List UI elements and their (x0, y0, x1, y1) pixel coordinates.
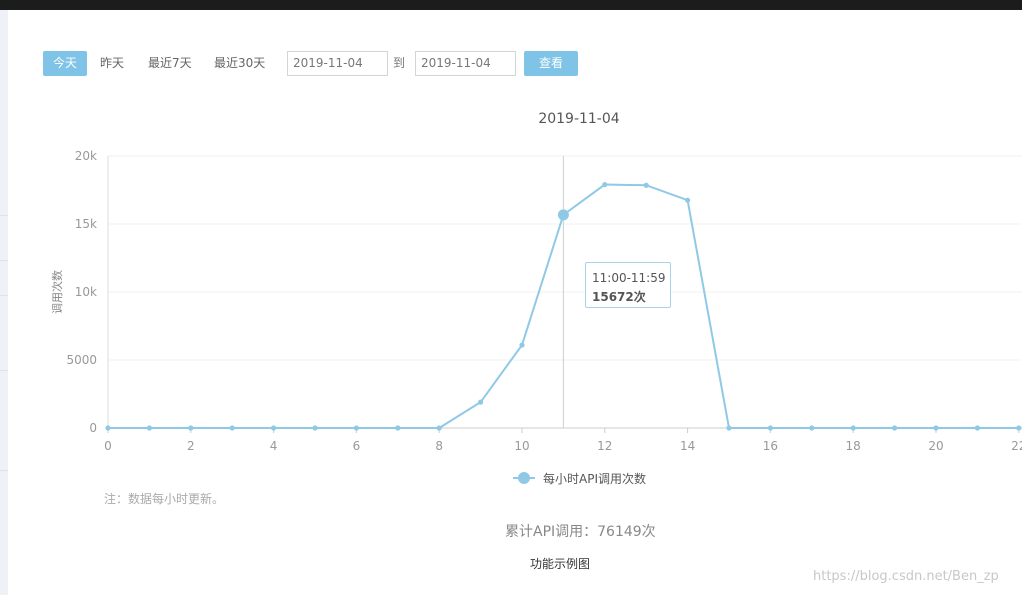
data-point (685, 197, 691, 203)
legend-line-icon (513, 472, 535, 484)
data-point (353, 425, 359, 431)
y-tick-label: 10k (75, 285, 97, 299)
chart-legend[interactable]: 每小时API调用次数 (513, 469, 646, 487)
data-point (105, 425, 111, 431)
data-point (395, 425, 401, 431)
data-point (1016, 425, 1022, 431)
data-point (809, 425, 815, 431)
data-point (188, 425, 194, 431)
x-tick-label: 22 (1011, 439, 1022, 453)
x-tick-label: 0 (104, 439, 112, 453)
data-point (436, 425, 442, 431)
data-point (557, 209, 569, 221)
data-point (519, 342, 525, 348)
x-tick-label: 6 (353, 439, 361, 453)
y-axis-label: 调用次数 (50, 270, 64, 314)
data-point (312, 425, 318, 431)
x-axis-ticks: 0 2 4 6 8 10 12 14 16 18 20 22 (104, 428, 1022, 453)
chart-title: 2019-11-04 (538, 111, 619, 127)
x-tick-label: 8 (435, 439, 443, 453)
data-point (767, 425, 774, 431)
y-tick-label: 20k (75, 149, 97, 163)
x-tick-label: 16 (763, 439, 778, 453)
data-point (974, 425, 981, 431)
chart-grid (107, 155, 1022, 429)
figure-caption: 功能示例图 (530, 557, 591, 571)
data-point (726, 425, 732, 431)
tooltip-value: 15672次 (592, 290, 646, 304)
x-tick-label: 2 (187, 439, 195, 453)
data-point (602, 181, 608, 188)
y-tick-label: 0 (89, 421, 97, 435)
total-api-calls: 累计API调用：76149次 (505, 524, 656, 540)
data-point (229, 425, 235, 431)
x-tick-label: 12 (597, 439, 612, 453)
watermark: https://blog.csdn.net/Ben_zp (813, 569, 999, 584)
data-point (643, 182, 649, 188)
x-tick-label: 4 (270, 439, 278, 453)
update-note: 注：数据每小时更新。 (104, 492, 225, 506)
x-tick-label: 10 (514, 439, 529, 453)
x-tick-label: 14 (680, 439, 695, 453)
data-tooltip: 11:00-11:59 15672次 (585, 262, 671, 308)
data-point (892, 425, 898, 431)
tooltip-time-range: 11:00-11:59 (592, 271, 666, 285)
x-tick-label: 18 (846, 439, 861, 453)
legend-label: 每小时API调用次数 (543, 471, 646, 486)
data-point (478, 399, 484, 405)
y-tick-label: 15k (75, 217, 97, 231)
y-axis-ticks: 0 5000 10k 15k 20k (66, 149, 97, 435)
api-calls-line-chart: 2019-11-04 0 5000 10k 15k 20k 0 2 4 6 8 10 12 14 16 1… (50, 111, 1022, 453)
y-tick-label: 5000 (66, 353, 97, 367)
data-point (146, 425, 152, 431)
x-tick-label: 20 (928, 439, 943, 453)
data-point (933, 425, 939, 431)
data-point (271, 425, 277, 431)
data-point (850, 425, 856, 431)
